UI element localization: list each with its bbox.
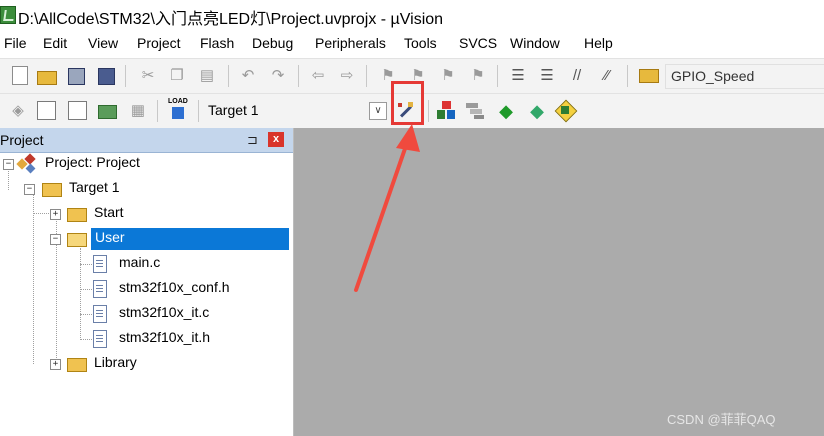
stop-build-icon[interactable]: ▦ <box>128 101 148 121</box>
window-title: D:\AllCode\STM32\入门点亮LED灯\Project.uvproj… <box>18 11 444 28</box>
manage-run-time-environment-icon[interactable] <box>554 99 578 123</box>
target-folder-icon <box>42 183 62 197</box>
toolbar-separator <box>298 65 299 87</box>
toolbar-separator <box>198 100 199 122</box>
rebuild-icon[interactable] <box>68 101 87 120</box>
menu-flash[interactable]: Flash <box>200 35 234 51</box>
menu-debug[interactable]: Debug <box>252 35 293 51</box>
menu-edit[interactable]: Edit <box>43 35 67 51</box>
menu-help[interactable]: Help <box>584 35 613 51</box>
undo-icon[interactable]: ↶ <box>238 66 258 86</box>
bookmark-clear-icon[interactable]: ⚑ <box>468 66 488 86</box>
find-in-files-icon[interactable] <box>639 69 659 83</box>
tree-item-file[interactable]: main.c <box>0 252 293 276</box>
folder-icon <box>67 208 87 222</box>
title-bar: D:\AllCode\STM32\入门点亮LED灯\Project.uvproj… <box>0 0 824 30</box>
build-icon[interactable] <box>37 101 56 120</box>
open-folder-icon <box>67 233 87 247</box>
batch-build-icon[interactable] <box>98 105 117 119</box>
save-icon[interactable] <box>68 68 85 85</box>
redo-icon[interactable]: ↷ <box>268 66 288 86</box>
close-icon[interactable]: x <box>268 132 284 147</box>
tree-label: Start <box>94 204 124 220</box>
menu-view[interactable]: View <box>88 35 118 51</box>
tree-item-file[interactable]: stm32f10x_it.c <box>0 302 293 326</box>
bookmark-next-icon[interactable]: ⚑ <box>438 66 458 86</box>
find-text: GPIO_Speed <box>671 68 755 84</box>
select-software-packs-icon[interactable]: ◆ <box>527 101 547 121</box>
tree-label: User <box>95 229 125 245</box>
toolbar-separator <box>157 100 158 122</box>
comment-icon[interactable]: // <box>567 66 587 86</box>
panel-title: Project <box>0 132 44 148</box>
tree-label: Target 1 <box>69 179 120 195</box>
tree-label: Project: Project <box>45 154 140 170</box>
project-panel-header: Project ⊐ x <box>0 128 293 153</box>
tree-item-start[interactable]: + Start <box>0 202 293 226</box>
folder-icon <box>67 358 87 372</box>
translate-icon[interactable]: ◈ <box>8 101 28 121</box>
find-combo[interactable]: GPIO_Speed <box>665 64 824 89</box>
copy-icon[interactable]: ❐ <box>167 66 187 86</box>
menu-file[interactable]: File <box>4 35 27 51</box>
annotation-arrowhead <box>396 124 420 152</box>
annotation-arrow-line <box>354 138 410 292</box>
save-all-icon[interactable] <box>98 68 115 85</box>
toolbar-separator <box>627 65 628 87</box>
open-file-icon[interactable] <box>37 71 57 85</box>
toolbar-separator <box>497 65 498 87</box>
download-icon[interactable]: LOAD <box>168 98 190 122</box>
pack-installer-icon[interactable]: ◆ <box>496 101 516 121</box>
project-panel: Project ⊐ x − Project: Project − Target … <box>0 128 294 436</box>
tree-item-library[interactable]: + Library <box>0 352 293 376</box>
pin-icon[interactable]: ⊐ <box>247 132 258 148</box>
c-file-icon <box>93 255 107 273</box>
navigate-back-icon[interactable]: ⇦ <box>308 66 328 86</box>
collapse-toggle-icon[interactable]: − <box>50 234 61 245</box>
new-file-icon[interactable] <box>12 66 28 85</box>
toolbar-separator <box>366 65 367 87</box>
tree-label: stm32f10x_conf.h <box>119 279 230 295</box>
tree-item-target[interactable]: − Target 1 <box>0 177 293 201</box>
tree-label: stm32f10x_it.h <box>119 329 211 345</box>
tree-item-project[interactable]: − Project: Project <box>0 152 293 176</box>
project-icon <box>16 153 36 174</box>
tree-item-file[interactable]: stm32f10x_it.h <box>0 327 293 351</box>
annotation-arrow <box>354 124 420 292</box>
load-label: LOAD <box>168 98 188 105</box>
expand-toggle-icon[interactable]: + <box>50 209 61 220</box>
cut-icon[interactable]: ✂ <box>138 66 158 86</box>
menu-window[interactable]: Window <box>510 35 560 51</box>
watermark: CSDN @菲菲QAQ <box>667 412 776 427</box>
download-arrow-icon <box>172 107 184 119</box>
collapse-toggle-icon[interactable]: − <box>24 184 35 195</box>
manage-components-icon[interactable] <box>437 101 457 121</box>
menu-peripherals[interactable]: Peripherals <box>315 35 386 51</box>
file-extensions-icon[interactable] <box>466 101 486 121</box>
toolbar-separator <box>125 65 126 87</box>
indent-icon[interactable]: ☰ <box>508 66 528 86</box>
unindent-icon[interactable]: ☰ <box>537 66 557 86</box>
uvision-app-icon <box>0 6 16 24</box>
header-file-icon <box>93 280 107 298</box>
paste-icon[interactable]: ▤ <box>197 66 217 86</box>
collapse-toggle-icon[interactable]: − <box>3 159 14 170</box>
target-value: Target 1 <box>208 102 259 118</box>
menu-tools[interactable]: Tools <box>404 35 437 51</box>
expand-toggle-icon[interactable]: + <box>50 359 61 370</box>
menu-project[interactable]: Project <box>137 35 181 51</box>
menu-bar: File Edit View Project Flash Debug Perip… <box>0 31 824 55</box>
toolbar-separator <box>228 65 229 87</box>
navigate-forward-icon[interactable]: ⇨ <box>337 66 357 86</box>
tree-label: main.c <box>119 254 161 270</box>
tree-item-file[interactable]: stm32f10x_conf.h <box>0 277 293 301</box>
tree-label: Library <box>94 354 137 370</box>
uncomment-icon[interactable]: ⁄⁄ <box>597 66 617 86</box>
menu-svcs[interactable]: SVCS <box>459 35 497 51</box>
c-file-icon <box>93 305 107 323</box>
header-file-icon <box>93 330 107 348</box>
tree-label: stm32f10x_it.c <box>119 304 210 320</box>
tree-item-user[interactable]: − User <box>0 227 293 251</box>
